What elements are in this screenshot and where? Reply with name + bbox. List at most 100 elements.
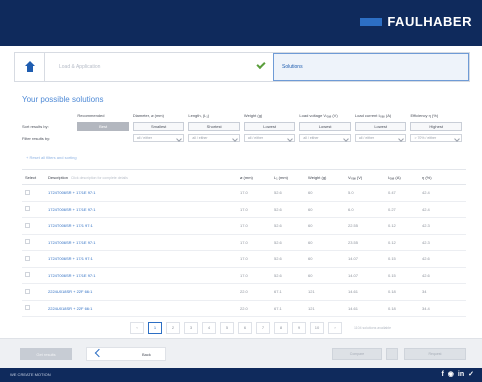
row-checkbox[interactable] <box>25 288 30 294</box>
row-diameter: 17.0 <box>240 239 248 245</box>
row-efficiency: 42.4 <box>422 190 430 196</box>
filter-diameter-select[interactable]: all / either <box>132 134 185 142</box>
instagram-icon[interactable]: ◉ <box>448 370 454 378</box>
row-voltage: 22.55 <box>348 223 359 229</box>
sort-efficiency-button[interactable]: Highest <box>410 122 462 131</box>
get-results-button[interactable]: Get results <box>20 348 72 360</box>
row-description-link[interactable]: 1724T006SR + 17/1 97:1 <box>40 256 236 261</box>
filter-current-select[interactable]: all / either <box>354 134 407 142</box>
row-efficiency: 42.6 <box>422 256 430 262</box>
table-row[interactable]: 1724T006SR + 17/1E 97:1 17.0 52.6 60 23.… <box>22 235 466 251</box>
sort-voltage-button[interactable]: Lowest <box>299 122 351 131</box>
step-load-application[interactable]: Load & Application <box>45 53 273 81</box>
row-description-link[interactable]: 2224U018SR + 22F 66:1 <box>40 289 236 294</box>
col-efficiency[interactable]: η (%) <box>418 175 452 180</box>
table-row[interactable]: 2224U018SR + 22F 66:1 22.0 67.1 121 14.6… <box>22 301 466 317</box>
row-length: 52.6 <box>274 272 282 278</box>
page-9-button[interactable]: 9 <box>292 321 306 334</box>
page-2-button[interactable]: 2 <box>166 321 180 334</box>
reset-filters-link[interactable]: + Reset all filters and sorting <box>26 155 77 160</box>
facebook-icon[interactable]: f <box>441 371 443 378</box>
sort-shortest-button[interactable]: Shortest <box>188 122 240 131</box>
table-row[interactable]: 1724T006SR + 17/1E 97:1 17.0 52.6 60 6.0… <box>22 202 466 218</box>
row-length: 52.6 <box>274 256 282 262</box>
row-current: 0.18 <box>388 289 396 295</box>
row-checkbox[interactable] <box>25 305 30 311</box>
row-efficiency: 42.3 <box>422 239 430 245</box>
table-row[interactable]: 2224U018SR + 22F 66:1 22.0 67.1 121 14.6… <box>22 284 466 301</box>
col-weight[interactable]: Weight (g) <box>304 175 344 180</box>
row-checkbox[interactable] <box>25 255 30 261</box>
row-efficiency: 34 <box>422 289 427 295</box>
row-checkbox[interactable] <box>25 222 30 228</box>
linkedin-icon[interactable]: in <box>458 371 464 378</box>
step-solutions[interactable]: Solutions <box>273 53 469 81</box>
filter-efficiency-select[interactable]: > 70% / either <box>410 134 462 142</box>
row-checkbox[interactable] <box>25 189 30 195</box>
col-current[interactable]: Iₗₒₐₑ (A) <box>384 175 418 180</box>
row-description-link[interactable]: 1724T006SR + 17/1E 97:1 <box>40 190 236 195</box>
faulhaber-logo[interactable]: FAULHABER <box>360 14 472 29</box>
page-7-button[interactable]: 7 <box>256 321 270 334</box>
request-button[interactable]: Request <box>404 348 466 360</box>
row-description-link[interactable]: 1724T006SR + 17/1E 97:1 <box>40 207 236 212</box>
row-description-link[interactable]: 2224U018SR + 22F 66:1 <box>40 306 236 311</box>
page-6-button[interactable]: 6 <box>238 321 252 334</box>
row-voltage: 14.07 <box>348 256 359 262</box>
sort-current-button[interactable]: Lowest <box>354 122 407 131</box>
filter-header: Load current Iₗₒₐₑ (A) <box>354 112 392 118</box>
page-10-button[interactable]: 10 <box>310 321 324 334</box>
home-step[interactable] <box>15 53 45 81</box>
row-checkbox[interactable] <box>25 206 30 212</box>
prev-page-button[interactable]: ‹ <box>130 321 144 334</box>
row-length: 52.6 <box>274 190 282 196</box>
page-4-button[interactable]: 4 <box>202 321 216 334</box>
page-3-button[interactable]: 3 <box>184 321 198 334</box>
row-voltage: 23.55 <box>348 239 359 245</box>
sort-smallest-button[interactable]: Smallest <box>132 122 185 131</box>
table-row[interactable]: 1724T006SR + 17/1E 97:1 17.0 52.6 60 5.0… <box>22 185 466 202</box>
row-description-link[interactable]: 1724T006SR + 17/1E 97:1 <box>40 273 236 278</box>
row-current: 0.18 <box>388 305 396 311</box>
filter-header: Recommended <box>77 112 105 118</box>
pagination: ‹ 1 2 3 4 5 6 7 8 9 10 › 1104 solutions … <box>130 321 391 334</box>
row-checkbox[interactable] <box>25 239 30 245</box>
row-diameter: 17.0 <box>240 272 248 278</box>
row-efficiency: 42.4 <box>422 206 430 212</box>
filter-weight-select[interactable]: all / either <box>243 134 296 142</box>
col-voltage[interactable]: Vₗₒₐₑ (V) <box>344 175 384 180</box>
row-weight: 121 <box>308 305 315 311</box>
sort-weight-button[interactable]: Lowest <box>243 122 296 131</box>
compare-button[interactable]: Compare <box>332 348 382 360</box>
row-length: 67.1 <box>274 305 282 311</box>
next-page-button[interactable]: › <box>328 321 342 334</box>
row-description-link[interactable]: 1724T006SR + 17/1 97:1 <box>40 223 236 228</box>
col-length[interactable]: L₁ (mm) <box>270 175 304 180</box>
filter-voltage-select[interactable]: all / either <box>299 134 351 142</box>
col-diameter[interactable]: ø (mm) <box>236 175 270 180</box>
page-1-button[interactable]: 1 <box>148 321 162 334</box>
table-row[interactable]: 1724T006SR + 17/1 97:1 17.0 52.6 60 22.5… <box>22 218 466 235</box>
step-solutions-label: Solutions <box>282 64 303 70</box>
sort-best-button[interactable]: Best <box>77 122 129 131</box>
twitter-icon[interactable]: ✓ <box>468 370 474 378</box>
row-length: 52.6 <box>274 206 282 212</box>
row-diameter: 22.0 <box>240 289 248 295</box>
action-bar: Get results Back Compare Request <box>0 338 482 368</box>
row-checkbox[interactable] <box>25 272 30 278</box>
table-row[interactable]: 1724T006SR + 17/1 97:1 17.0 52.6 60 14.0… <box>22 251 466 268</box>
filter-header: Efficiency η (%) <box>410 112 439 118</box>
row-weight: 60 <box>308 223 313 229</box>
row-current: 0.12 <box>388 223 396 229</box>
page-5-button[interactable]: 5 <box>220 321 234 334</box>
logo-text: FAULHABER <box>387 14 472 29</box>
row-weight: 60 <box>308 239 313 245</box>
page-8-button[interactable]: 8 <box>274 321 288 334</box>
compare-toggle[interactable] <box>386 348 398 360</box>
row-description-link[interactable]: 1724T006SR + 17/1E 97:1 <box>40 240 236 245</box>
home-icon <box>24 61 36 73</box>
logo-bar-icon <box>360 17 383 26</box>
table-row[interactable]: 1724T006SR + 17/1E 97:1 17.0 52.6 60 14.… <box>22 268 466 284</box>
row-current: 0.15 <box>388 272 396 278</box>
filter-length-select[interactable]: all / either <box>188 134 240 142</box>
